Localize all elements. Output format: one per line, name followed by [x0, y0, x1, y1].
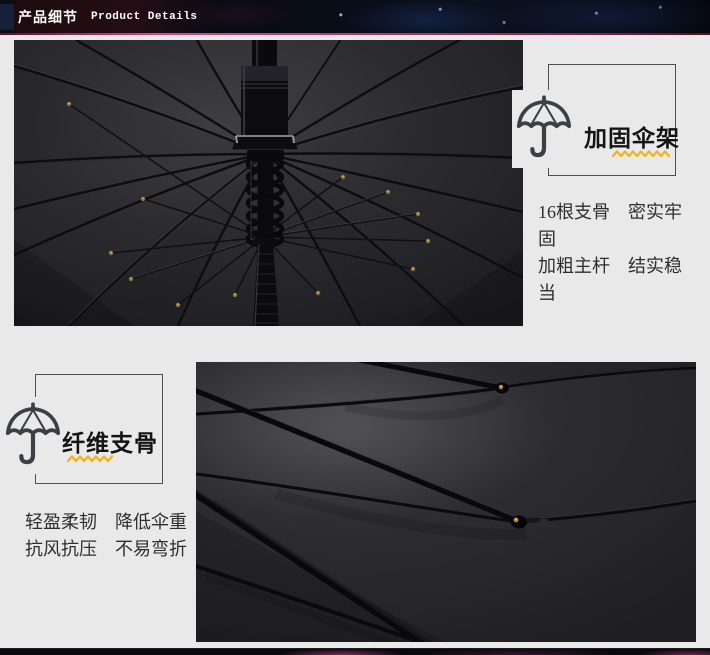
zigzag-decoration [612, 149, 670, 158]
umbrella-frame-photo-art [14, 40, 523, 326]
zigzag-decoration [67, 454, 115, 463]
feature-line: 轻盈柔韧 降低伞重 [25, 509, 207, 536]
feature-text: 16根支骨 密实牢固 加粗主杆 结实稳当 [538, 199, 696, 307]
feature-line: 加粗主杆 结实稳当 [538, 253, 696, 307]
section-title-en: Product Details [91, 11, 198, 23]
umbrella-icon [2, 397, 64, 474]
banner-corner-decoration [0, 4, 15, 30]
next-banner-edge [0, 648, 710, 655]
umbrella-icon [512, 90, 576, 168]
feature-text: 轻盈柔韧 降低伞重 抗风抗压 不易弯折 [25, 509, 207, 563]
product-details-page: 产品细节 Product Details [0, 0, 710, 655]
section-banner: 产品细节 Product Details [0, 0, 710, 33]
feature-line: 16根支骨 密实牢固 [538, 199, 696, 253]
feature-title: 纤维支骨 [62, 424, 158, 458]
banner-title-patch: 产品细节 Product Details [14, 0, 220, 33]
fiber-ribs-photo-art [196, 362, 696, 642]
feature-line: 抗风抗压 不易弯折 [25, 536, 207, 563]
section-title-cn: 产品细节 [18, 7, 78, 27]
umbrella-frame-photo [14, 40, 523, 326]
fiber-ribs-photo [196, 362, 696, 642]
feature-title: 加固伞架 [584, 119, 680, 153]
banner-accent-line [0, 33, 710, 35]
